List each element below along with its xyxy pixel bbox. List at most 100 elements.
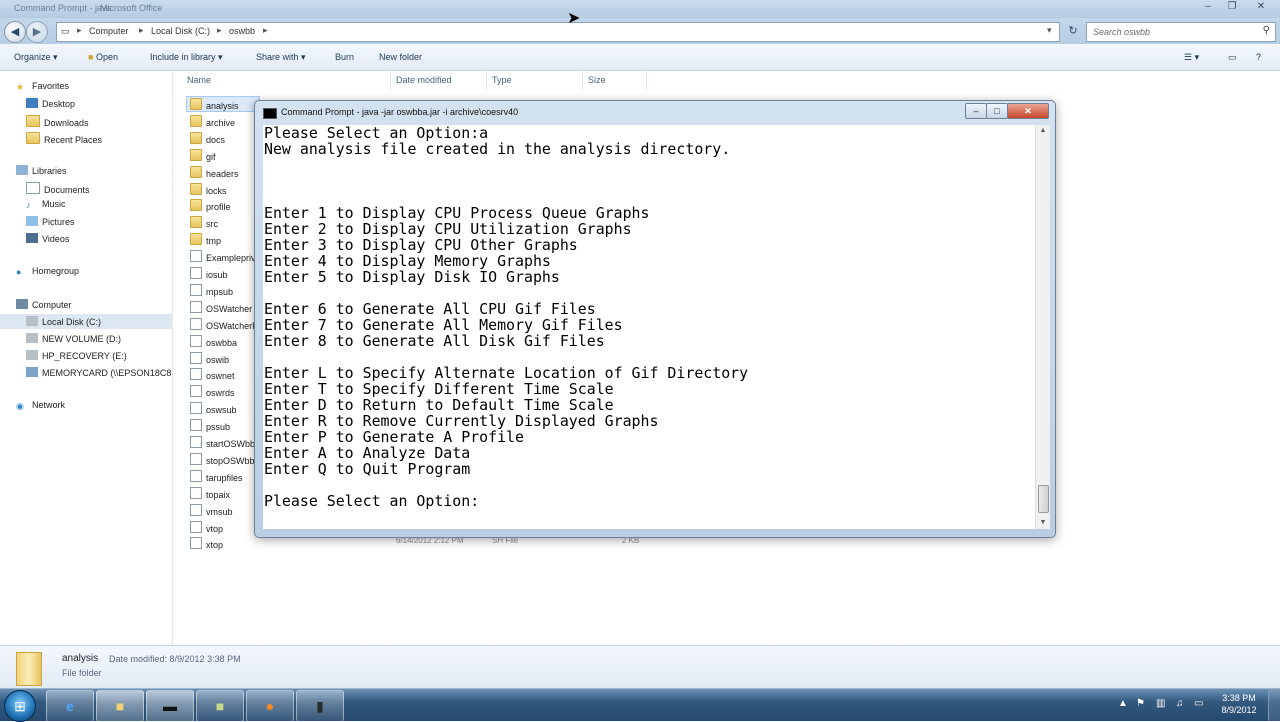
taskbar-firefox[interactable]: ● — [246, 690, 294, 722]
column-divider[interactable] — [646, 70, 647, 90]
nav-hp-recovery[interactable]: HP_RECOVERY (E:) — [26, 350, 127, 361]
nav-libraries[interactable]: Libraries — [16, 165, 67, 176]
scroll-down-icon[interactable]: ▼ — [1036, 517, 1050, 529]
start-button[interactable]: ⊞ — [4, 690, 36, 722]
file-row[interactable]: oswsub — [190, 402, 237, 415]
file-row[interactable]: Examplepriv — [190, 250, 256, 263]
system-clock[interactable]: 3:38 PM 8/9/2012 — [1214, 692, 1264, 716]
share-with-button[interactable]: Share with ▾ — [256, 52, 306, 63]
nav-label: NEW VOLUME (D:) — [42, 334, 122, 344]
nav-desktop[interactable]: Desktop — [26, 98, 75, 109]
file-row[interactable]: gif — [190, 148, 216, 162]
close-button[interactable]: ✕ — [1246, 0, 1276, 14]
command-prompt-window[interactable]: Command Prompt - java -jar oswbba.jar -i… — [254, 100, 1056, 538]
cmd-maximize-button[interactable]: □ — [986, 103, 1008, 119]
new-folder-button[interactable]: New folder — [379, 52, 422, 62]
column-divider[interactable] — [390, 70, 391, 90]
battery-icon[interactable]: ▭ — [1194, 698, 1203, 709]
include-library-button[interactable]: Include in library ▾ — [150, 52, 223, 63]
nav-recent-places[interactable]: Recent Places — [26, 132, 102, 145]
file-row[interactable]: src — [190, 216, 218, 229]
file-row[interactable]: analysis — [190, 98, 239, 111]
action-center-icon[interactable]: ⚑ — [1136, 698, 1145, 709]
forward-button[interactable]: ▶ — [26, 21, 48, 43]
file-row[interactable]: profile — [190, 199, 231, 212]
file-row[interactable]: OSWatcherF — [190, 317, 258, 331]
file-row[interactable]: docs — [190, 131, 225, 145]
taskbar-explorer[interactable]: ■ — [96, 690, 144, 722]
taskbar-app[interactable]: ■ — [196, 690, 244, 722]
nav-videos[interactable]: Videos — [26, 233, 69, 244]
organize-button[interactable]: Organize ▾ — [14, 52, 58, 63]
chevron-right-icon[interactable]: ▸ — [263, 25, 268, 36]
breadcrumb-computer[interactable]: Computer — [89, 26, 129, 36]
burn-button[interactable]: Burn — [335, 52, 354, 62]
column-divider[interactable] — [582, 70, 583, 90]
nav-network[interactable]: ◉ Network — [16, 400, 65, 411]
chevron-right-icon[interactable]: ▸ — [217, 25, 222, 36]
file-row[interactable]: oswbba — [190, 334, 237, 348]
column-divider[interactable] — [486, 70, 487, 90]
file-row[interactable]: archive — [190, 114, 235, 128]
minimize-button[interactable]: – — [1196, 0, 1220, 14]
breadcrumb-oswbb[interactable]: oswbb — [229, 26, 255, 36]
back-button[interactable]: ◀ — [4, 21, 26, 43]
file-row[interactable]: oswib — [190, 351, 229, 365]
file-row[interactable]: oswrds — [190, 385, 235, 398]
file-row[interactable]: tmp — [190, 233, 221, 246]
maximize-button[interactable]: ❐ — [1220, 0, 1244, 14]
cmd-scrollbar[interactable]: ▲ ▼ — [1035, 125, 1050, 529]
file-row[interactable]: headers — [190, 165, 239, 179]
nav-favorites[interactable]: ★ Favorites — [16, 81, 69, 92]
column-type[interactable]: Type — [492, 75, 512, 85]
file-row[interactable]: vmsub — [190, 503, 233, 517]
file-row[interactable]: OSWatcher — [190, 300, 252, 314]
file-row[interactable]: vtop — [190, 520, 223, 534]
show-desktop-button[interactable] — [1268, 689, 1280, 721]
file-row[interactable]: oswnet — [190, 368, 235, 381]
scroll-thumb[interactable] — [1038, 485, 1049, 513]
view-options-icon[interactable]: ☰ ▾ — [1184, 52, 1199, 63]
file-row[interactable]: tarupfiles — [190, 469, 243, 483]
file-row[interactable]: locks — [190, 182, 227, 196]
refresh-button[interactable]: ↻ — [1064, 22, 1082, 40]
open-button[interactable]: ■ Open — [88, 52, 118, 62]
nav-pictures[interactable]: Pictures — [26, 216, 75, 227]
cmd-minimize-button[interactable]: – — [965, 103, 987, 119]
nav-new-volume[interactable]: NEW VOLUME (D:) — [26, 333, 121, 344]
column-name[interactable]: Name — [187, 75, 211, 85]
network-icon[interactable]: ▥ — [1156, 698, 1165, 709]
file-row[interactable]: mpsub — [190, 283, 233, 297]
file-row[interactable]: xtop — [190, 537, 223, 550]
file-row[interactable]: startOSWbb — [190, 436, 255, 449]
address-bar[interactable]: ▭ ▸ Computer ▸ Local Disk (C:) ▸ oswbb ▸… — [56, 22, 1060, 42]
taskbar-java[interactable]: ▮ — [296, 690, 344, 722]
scroll-up-icon[interactable]: ▲ — [1036, 125, 1050, 137]
cmd-close-button[interactable]: ✕ — [1007, 103, 1049, 119]
nav-computer[interactable]: Computer — [16, 299, 72, 310]
nav-homegroup[interactable]: ● Homegroup — [16, 266, 79, 277]
column-size[interactable]: Size — [588, 75, 606, 85]
dropdown-arrow-icon[interactable]: ▾ — [1047, 25, 1052, 36]
chevron-right-icon[interactable]: ▸ — [77, 25, 82, 36]
chevron-right-icon[interactable]: ▸ — [139, 25, 144, 36]
taskbar-ie[interactable]: e — [46, 690, 94, 722]
preview-pane-icon[interactable]: ▭ — [1228, 52, 1237, 63]
nav-music[interactable]: ♪ Music — [26, 199, 66, 210]
breadcrumb-local-disk[interactable]: Local Disk (C:) — [151, 26, 210, 36]
file-row[interactable]: pssub — [190, 419, 230, 432]
nav-local-disk[interactable]: Local Disk (C:) — [26, 316, 101, 327]
file-row[interactable]: iosub — [190, 267, 228, 280]
console-output[interactable]: Please Select an Option:a New analysis f… — [263, 125, 1037, 529]
nav-memorycard[interactable]: MEMORYCARD (\\EPSON18C8 — [26, 367, 171, 378]
file-row[interactable]: topaix — [190, 486, 230, 500]
nav-downloads[interactable]: Downloads — [26, 115, 89, 128]
search-input[interactable]: Search oswbb ⚲ — [1086, 22, 1276, 42]
show-hidden-icons[interactable]: ▲ — [1118, 698, 1128, 709]
file-row[interactable]: stopOSWbb — [190, 452, 255, 466]
taskbar-cmd[interactable]: ▬ — [146, 690, 194, 722]
column-date-modified[interactable]: Date modified — [396, 75, 452, 85]
nav-documents[interactable]: Documents — [26, 182, 90, 195]
volume-icon[interactable]: ♫ — [1176, 698, 1184, 709]
help-icon[interactable]: ? — [1256, 52, 1261, 62]
